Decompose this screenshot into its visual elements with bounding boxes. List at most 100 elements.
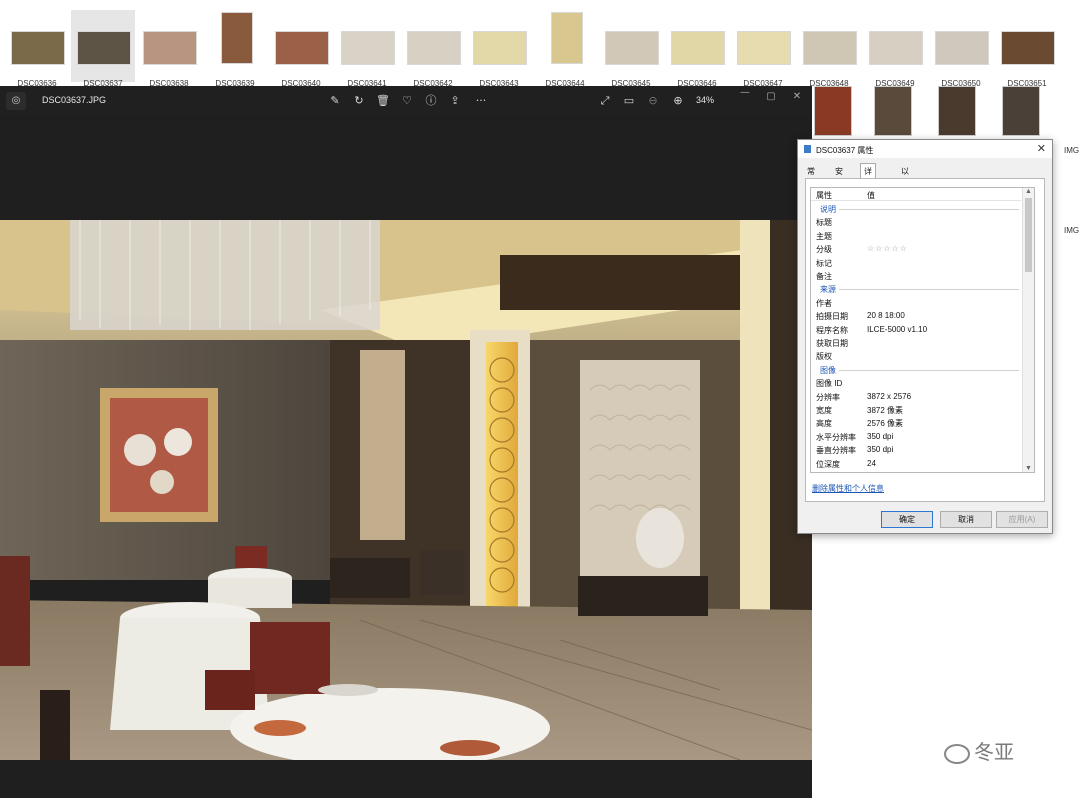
thumbnail[interactable]: DSC03636 (5, 10, 69, 88)
property-row[interactable]: 拍摄日期 20 8 18:00 (811, 309, 1021, 322)
thumbnail-image (935, 31, 989, 65)
property-key: 分辨率 (816, 392, 840, 402)
group-divider (839, 209, 1019, 210)
viewer-title-bar: ◎ DSC03637.JPG ✎ ↻ 🗑 ♡ ⓘ ⇪ ··· ⤢ ▭ ⊖ ⊕ 3… (0, 86, 812, 116)
apply-button[interactable]: 应用(A) (996, 511, 1048, 528)
property-value: 350 dpi (867, 445, 894, 455)
property-row[interactable]: 获取日期 (811, 336, 1021, 349)
thumbnail[interactable] (938, 86, 976, 136)
thumbnail[interactable]: DSC03642 (401, 10, 465, 88)
property-row[interactable]: 版权 (811, 349, 1021, 362)
edit-icon[interactable]: ✎ (326, 92, 344, 110)
zoom-in-icon[interactable]: ⊕ (669, 92, 687, 110)
tab-security[interactable]: 安全 (832, 164, 846, 187)
thumbnail-strip: DSC03636 DSC03637 DSC03638 DSC03639 DSC03640… (0, 0, 1080, 90)
property-group-header[interactable]: 图像 (811, 363, 1021, 376)
property-row[interactable]: 标题 (811, 215, 1021, 228)
properties-dialog: DSC03637 属性 ✕ 常规 安全 详细信息 以前的版本 属性 值 ▲ ▼ … (797, 139, 1053, 534)
property-row[interactable]: 作者 (811, 296, 1021, 309)
property-key: 标记 (816, 258, 832, 268)
close-icon[interactable]: ✕ (790, 90, 804, 104)
thumbnail[interactable]: DSC03649 (863, 10, 927, 88)
property-row[interactable]: 分辨率 3872 x 2576 (811, 390, 1021, 403)
info-icon[interactable]: ⓘ (422, 92, 440, 110)
thumbnail[interactable]: DSC03645 (599, 10, 663, 88)
property-key: 分级 (816, 245, 832, 255)
property-row[interactable]: 水平分辨率 350 dpi (811, 430, 1021, 443)
property-group-header[interactable]: 来源 (811, 282, 1021, 295)
property-key: 备注 (816, 272, 832, 281)
property-row[interactable]: 宽度 3872 像素 (811, 403, 1021, 416)
property-key: 获取日期 (816, 339, 848, 348)
property-row[interactable]: 图像 ID (811, 376, 1021, 389)
property-row[interactable]: 程序名称 ILCE-5000 v1.10 (811, 323, 1021, 336)
ok-button[interactable]: 确定 (881, 511, 933, 528)
thumbnail[interactable]: DSC03648 (797, 10, 861, 88)
property-row[interactable]: 垂直分辨率 350 dpi (811, 443, 1021, 456)
thumbnail[interactable]: DSC03651 (995, 10, 1059, 88)
thumbnail-image (473, 31, 527, 65)
thumbnail-image (407, 31, 461, 65)
thumbnail[interactable]: DSC03640 (269, 10, 333, 88)
delete-icon[interactable]: 🗑 (374, 92, 392, 110)
thumbnail[interactable]: DSC03644 (533, 10, 597, 88)
property-list-header: 属性 值 (811, 188, 1021, 201)
photo-viewer-window: ◎ DSC03637.JPG ✎ ↻ 🗑 ♡ ⓘ ⇪ ··· ⤢ ▭ ⊖ ⊕ 3… (0, 86, 812, 798)
property-row[interactable]: 高度 2576 像素 (811, 416, 1021, 429)
thumbnail[interactable]: DSC03638 (137, 10, 201, 88)
property-value: 2576 像素 (867, 419, 904, 429)
favorite-icon[interactable]: ♡ (398, 92, 416, 110)
column-header-value[interactable]: 值 (867, 190, 875, 201)
share-icon[interactable]: ⇪ (446, 92, 464, 110)
file-icon (804, 145, 811, 153)
thumbnail[interactable] (1002, 86, 1040, 136)
property-row[interactable]: 备注 (811, 269, 1021, 282)
thumbnail-image (605, 31, 659, 65)
dialog-title-bar[interactable]: DSC03637 属性 ✕ (798, 140, 1052, 158)
thumbnail[interactable]: DSC03650 (929, 10, 993, 88)
column-header-property[interactable]: 属性 (816, 190, 832, 201)
property-key: 标题 (816, 218, 832, 228)
property-row[interactable]: 主题 (811, 229, 1021, 242)
property-key: 宽度 (816, 406, 832, 415)
group-label: 说明 (820, 205, 836, 214)
thumbnail[interactable]: DSC03637 (71, 10, 135, 88)
fullscreen-icon[interactable]: ⤢ (596, 92, 614, 110)
rotate-icon[interactable]: ↻ (350, 92, 368, 110)
group-label: 来源 (820, 285, 836, 295)
dialog-close-icon[interactable]: ✕ (1037, 142, 1046, 155)
photos-app-icon[interactable]: ◎ (6, 92, 26, 110)
thumbnail-image (143, 31, 197, 65)
thumbnail-label: IMG (1064, 226, 1080, 235)
actual-size-icon[interactable]: ▭ (620, 92, 638, 110)
tab-general[interactable]: 常规 (804, 164, 818, 187)
rating-stars[interactable]: ☆☆☆☆☆ (867, 244, 908, 253)
zoom-out-icon[interactable]: ⊖ (644, 92, 662, 110)
remove-properties-link[interactable]: 删除属性和个人信息 (812, 483, 884, 494)
tab-details[interactable]: 详细信息 (860, 163, 876, 209)
thumbnail[interactable]: DSC03641 (335, 10, 399, 88)
viewer-filename: DSC03637.JPG (42, 95, 107, 105)
maximize-icon[interactable]: ▢ (764, 90, 778, 104)
thumbnail[interactable] (814, 86, 852, 136)
property-list-scrollbar[interactable]: ▲ ▼ (1022, 188, 1034, 472)
cancel-button[interactable]: 取消 (940, 511, 992, 528)
more-icon[interactable]: ··· (472, 92, 490, 110)
tab-previous-versions[interactable]: 以前的版本 (898, 164, 912, 220)
watermark: 冬亚 (944, 736, 1014, 765)
thumbnail[interactable] (874, 86, 912, 136)
property-row[interactable]: 位深度 24 (811, 457, 1021, 470)
displayed-photo[interactable] (0, 220, 812, 760)
thumbnail[interactable]: DSC03647 (731, 10, 795, 88)
thumbnail[interactable]: DSC03639 (203, 10, 267, 88)
thumbnail[interactable]: DSC03643 (467, 10, 531, 88)
thumbnail-image (341, 31, 395, 65)
property-row[interactable]: 标记 (811, 256, 1021, 269)
property-row[interactable]: 分级 ☆☆☆☆☆ (811, 242, 1021, 255)
property-key: 版权 (816, 352, 832, 362)
property-group-header[interactable]: 说明 (811, 202, 1021, 215)
property-key: 程序名称 (816, 325, 848, 335)
zoom-level: 34% (696, 95, 715, 105)
minimize-icon[interactable]: — (738, 86, 752, 100)
thumbnail[interactable]: DSC03646 (665, 10, 729, 88)
